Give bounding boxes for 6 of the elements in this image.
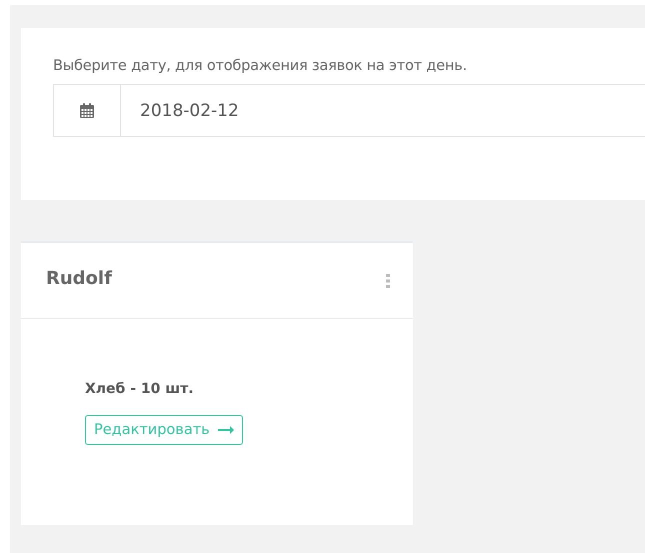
arrow-right-icon bbox=[218, 426, 234, 434]
more-icon[interactable] bbox=[386, 272, 390, 288]
order-item: Хлеб - 10 шт. bbox=[85, 381, 195, 397]
customer-name: Rudolf bbox=[46, 268, 112, 288]
calendar-icon bbox=[79, 102, 95, 118]
date-label: Выберите дату, для отображения заявок на этот день. bbox=[53, 58, 468, 74]
